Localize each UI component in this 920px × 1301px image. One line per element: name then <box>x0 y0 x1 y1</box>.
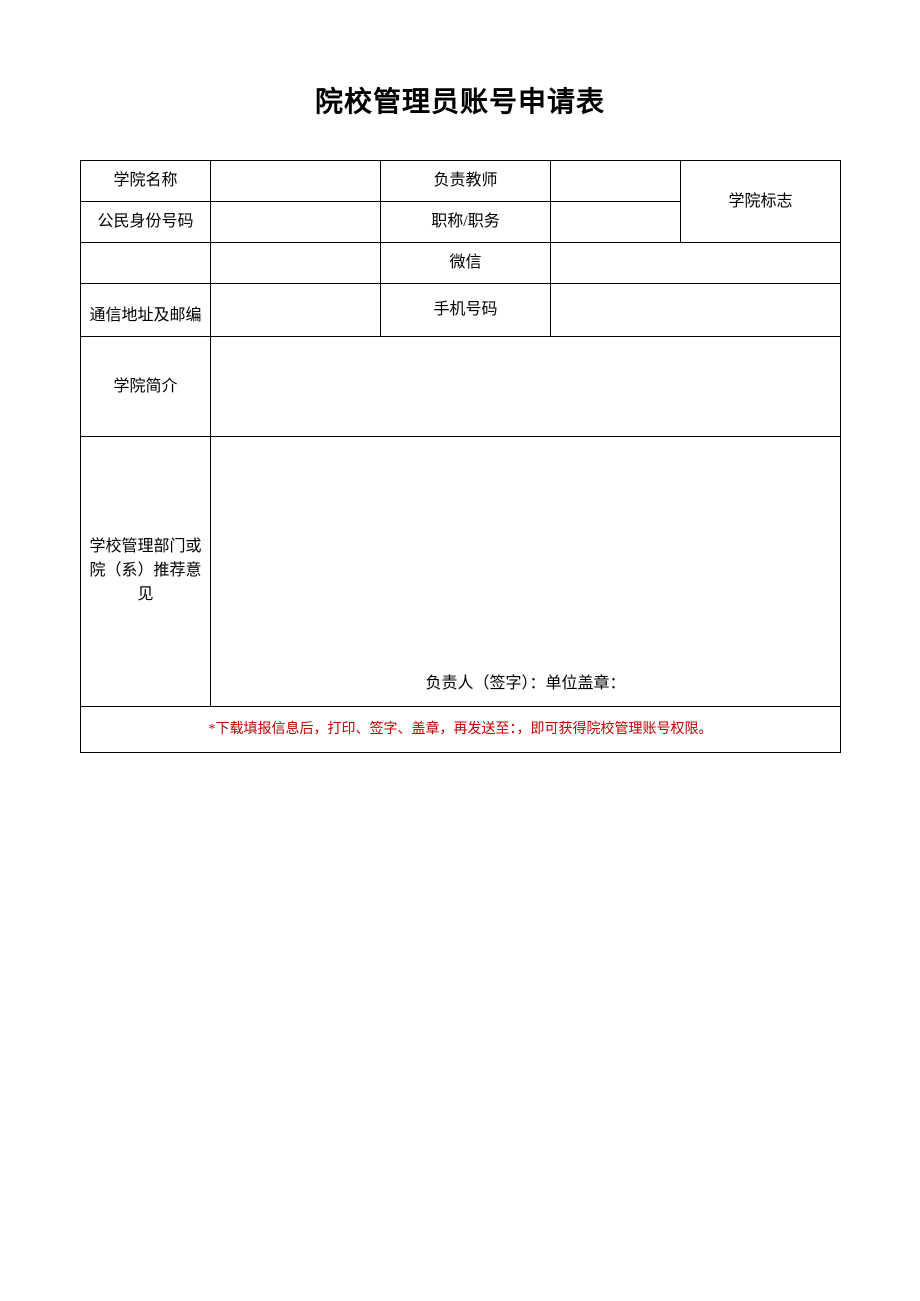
label-wechat: 微信 <box>381 243 551 284</box>
field-responsible-teacher[interactable] <box>551 161 681 202</box>
field-title-position[interactable] <box>551 202 681 243</box>
field-address-postcode[interactable] <box>211 284 381 337</box>
field-citizen-id[interactable] <box>211 202 381 243</box>
application-form-table: 学院名称 负责教师 学院标志 公民身份号码 职称/职务 微信 通信地址及邮编 <box>80 160 841 753</box>
label-responsible-teacher: 负责教师 <box>381 161 551 202</box>
signature-line: 负责人（签字）：单位盖章： <box>425 675 625 692</box>
field-college-name[interactable] <box>211 161 381 202</box>
field-college-intro[interactable] <box>211 337 841 437</box>
label-address-postcode: 通信地址及邮编 <box>81 284 211 337</box>
field-wechat[interactable] <box>551 243 841 284</box>
label-college-name: 学院名称 <box>81 161 211 202</box>
field-mobile[interactable] <box>551 284 841 337</box>
page-title: 院校管理员账号申请表 <box>80 80 840 120</box>
field-blank-2[interactable] <box>211 243 381 284</box>
label-recommendation: 学校管理部门或院（系）推荐意见 <box>81 437 211 707</box>
footer-note: *下载填报信息后，打印、签字、盖章，再发送至：，即可获得院校管理账号权限。 <box>81 707 841 753</box>
label-college-logo: 学院标志 <box>681 161 841 243</box>
label-title-position: 职称/职务 <box>381 202 551 243</box>
label-college-intro: 学院简介 <box>81 337 211 437</box>
label-mobile: 手机号码 <box>381 284 551 337</box>
field-recommendation[interactable]: 负责人（签字）：单位盖章： <box>211 437 841 707</box>
label-citizen-id: 公民身份号码 <box>81 202 211 243</box>
field-blank-1[interactable] <box>81 243 211 284</box>
